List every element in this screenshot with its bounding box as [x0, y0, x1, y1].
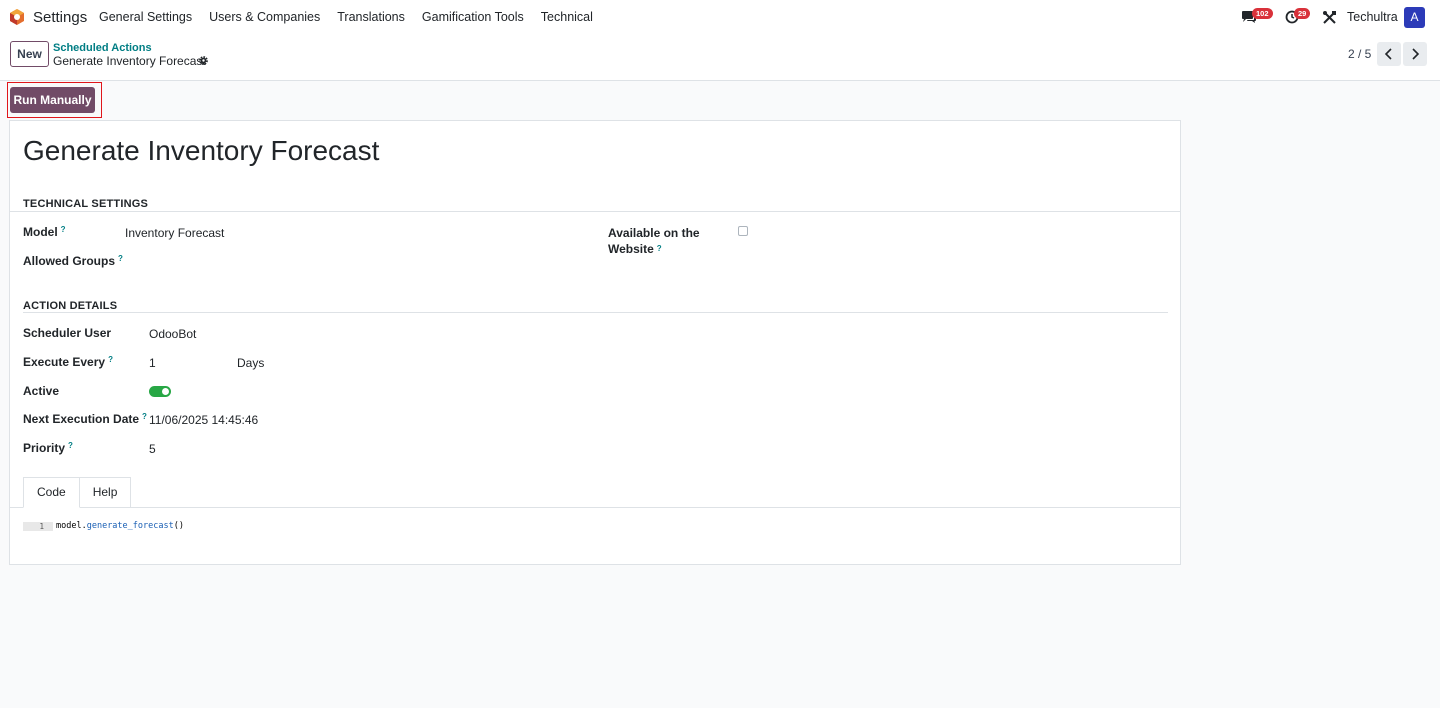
help-tooltip-icon[interactable]: ? — [61, 225, 66, 234]
tab-code[interactable]: Code — [23, 477, 80, 508]
app-name[interactable]: Settings — [33, 9, 87, 26]
chevron-right-icon — [1412, 48, 1420, 60]
section-divider — [23, 312, 1168, 313]
code-parens: () — [173, 521, 184, 531]
messages-count-badge: 102 — [1252, 8, 1273, 19]
pager-value[interactable]: 2 / 5 — [1348, 47, 1371, 61]
website-label-line2: Website — [608, 242, 654, 256]
main-menu: General Settings Users & Companies Trans… — [99, 10, 610, 24]
help-tooltip-icon[interactable]: ? — [657, 244, 662, 253]
menu-general-settings[interactable]: General Settings — [99, 10, 192, 24]
run-manually-button[interactable]: Run Manually — [10, 87, 95, 113]
section-title-action-details: ACTION DETAILS — [23, 300, 118, 312]
menu-technical[interactable]: Technical — [541, 10, 593, 24]
active-toggle[interactable] — [149, 386, 171, 397]
activities-count-badge: 29 — [1294, 8, 1311, 19]
next-execution-date-label: Next Execution Date? — [23, 412, 147, 426]
model-label-text: Model — [23, 225, 58, 239]
code-object: model — [56, 521, 82, 531]
model-label: Model? — [23, 225, 66, 239]
user-avatar[interactable]: A — [1404, 7, 1425, 28]
breadcrumb-parent[interactable]: Scheduled Actions — [53, 42, 152, 54]
top-navbar: Settings General Settings Users & Compan… — [0, 0, 1440, 34]
execute-every-unit-select[interactable]: Days — [237, 356, 264, 370]
code-method: generate_forecast — [86, 521, 174, 531]
execute-every-label-text: Execute Every — [23, 355, 106, 369]
pager-next-button[interactable] — [1403, 42, 1427, 66]
gear-icon[interactable] — [198, 55, 209, 66]
new-button[interactable]: New — [10, 41, 49, 67]
allowed-groups-field[interactable] — [125, 254, 425, 270]
help-tooltip-icon[interactable]: ? — [108, 355, 113, 364]
code-line[interactable]: model.generate_forecast() — [56, 521, 184, 532]
website-checkbox[interactable] — [738, 226, 748, 236]
company-switcher[interactable]: Techultra — [1347, 10, 1398, 24]
help-tooltip-icon[interactable]: ? — [142, 412, 147, 421]
section-title-technical-settings: TECHNICAL SETTINGS — [23, 198, 149, 210]
website-label-line1: Available on the — [608, 226, 700, 240]
section-divider — [10, 211, 1180, 212]
record-title[interactable]: Generate Inventory Forecast — [23, 135, 379, 167]
next-execution-date-label-text: Next Execution Date — [23, 412, 140, 426]
menu-translations[interactable]: Translations — [337, 10, 405, 24]
pager-previous-button[interactable] — [1377, 42, 1401, 66]
odoo-app-icon[interactable] — [8, 8, 26, 26]
menu-users-companies[interactable]: Users & Companies — [209, 10, 320, 24]
control-panel: New Scheduled Actions Generate Inventory… — [0, 34, 1440, 81]
breadcrumb-current: Generate Inventory Forecast — [53, 54, 206, 68]
help-tooltip-icon[interactable]: ? — [118, 254, 123, 263]
allowed-groups-label: Allowed Groups? — [23, 254, 123, 268]
notebook-tabs: Code Help — [23, 477, 132, 508]
tabs-divider — [10, 507, 1180, 508]
priority-field[interactable]: 5 — [149, 442, 156, 456]
line-number: 1 — [23, 522, 53, 531]
debug-tools-icon[interactable] — [1322, 10, 1337, 25]
active-label: Active — [23, 384, 60, 398]
scheduler-user-field[interactable]: OdooBot — [149, 327, 196, 341]
help-tooltip-icon[interactable]: ? — [68, 441, 73, 450]
execute-every-label: Execute Every? — [23, 355, 113, 369]
form-sheet: Generate Inventory Forecast TECHNICAL SE… — [9, 120, 1181, 565]
priority-label-text: Priority — [23, 441, 66, 455]
model-field[interactable]: Inventory Forecast — [125, 226, 224, 240]
code-editor[interactable]: 1 model.generate_forecast() — [23, 521, 1163, 535]
website-label: Available on the Website? — [608, 225, 700, 257]
tab-help[interactable]: Help — [79, 477, 132, 508]
priority-label: Priority? — [23, 441, 73, 455]
chevron-left-icon — [1384, 48, 1392, 60]
scheduler-user-label: Scheduler User — [23, 326, 112, 340]
next-execution-date-field[interactable]: 11/06/2025 14:45:46 — [149, 413, 258, 427]
execute-every-number-field[interactable]: 1 — [149, 356, 156, 370]
menu-gamification-tools[interactable]: Gamification Tools — [422, 10, 524, 24]
allowed-groups-label-text: Allowed Groups — [23, 254, 116, 268]
